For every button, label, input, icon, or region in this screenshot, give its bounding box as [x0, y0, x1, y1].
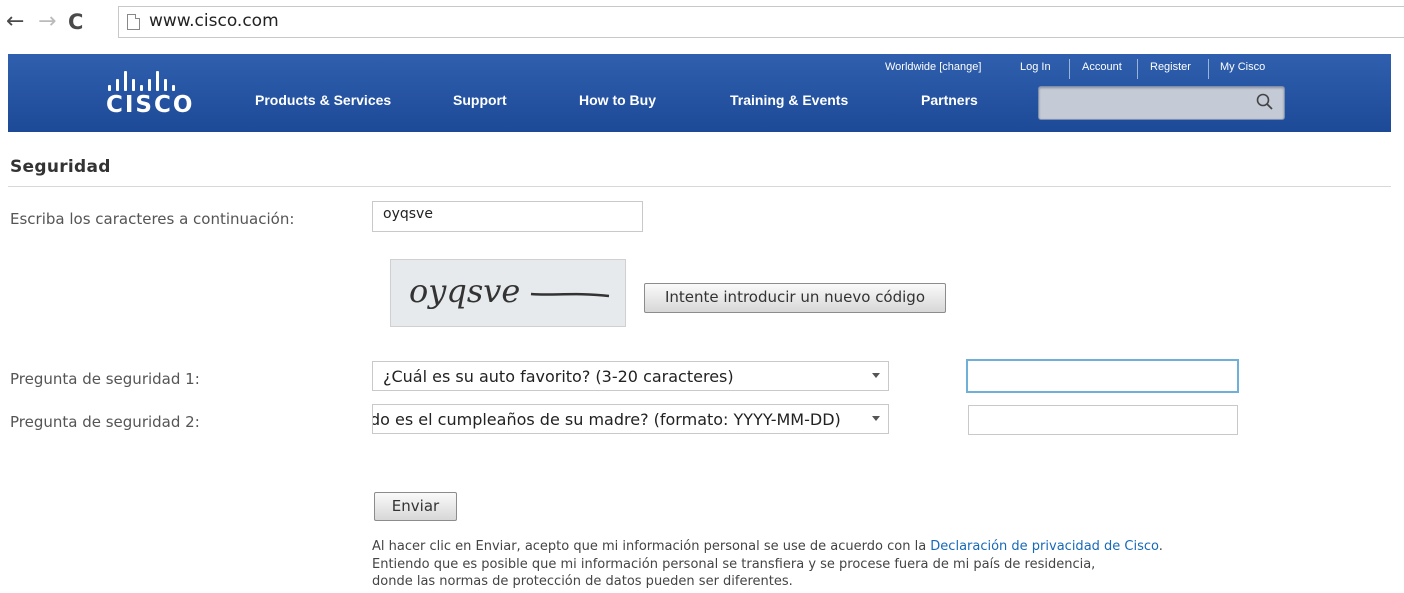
site-header: CISCO Worldwide [change] Log In Account …	[8, 54, 1391, 132]
security-question-1-select[interactable]: ¿Cuál es su auto favorito? (3-20 caracte…	[372, 361, 889, 391]
captcha-label: Escriba los caracteres a continuación:	[10, 210, 295, 228]
my-cisco-link[interactable]: My Cisco	[1220, 61, 1265, 73]
captcha-input[interactable]: oyqsve	[372, 201, 643, 232]
security-answer-2-input[interactable]	[968, 405, 1238, 435]
chevron-down-icon	[872, 373, 880, 378]
util-divider	[1208, 59, 1209, 79]
captcha-image: oyqsve	[390, 259, 626, 327]
nav-products-services[interactable]: Products & Services	[255, 92, 391, 108]
back-arrow-icon[interactable]: ←	[6, 11, 24, 33]
nav-training-events[interactable]: Training & Events	[730, 92, 848, 108]
privacy-notice-line-3: donde las normas de protección de datos …	[372, 574, 793, 589]
worldwide-change-link[interactable]: Worldwide [change]	[885, 61, 981, 73]
captcha-text-graphic: oyqsve	[409, 272, 610, 310]
util-divider	[1137, 59, 1138, 79]
submit-button[interactable]: Enviar	[374, 492, 457, 521]
security-question-2-label: Pregunta de seguridad 2:	[10, 413, 200, 431]
address-bar[interactable]: www.cisco.com	[118, 6, 1404, 38]
page-title: Seguridad	[10, 157, 111, 177]
security-question-1-value: ¿Cuál es su auto favorito? (3-20 caracte…	[383, 367, 734, 386]
forward-arrow-icon[interactable]: →	[38, 11, 56, 33]
cisco-logo[interactable]: CISCO	[106, 69, 196, 119]
privacy-notice-line-1: Al hacer clic en Enviar, acepto que mi i…	[372, 539, 1163, 554]
nav-support[interactable]: Support	[453, 92, 507, 108]
search-input[interactable]	[1038, 86, 1285, 120]
security-question-2-value: do es el cumpleaños de su madre? (format…	[372, 410, 841, 429]
chevron-down-icon	[872, 416, 880, 421]
search-icon[interactable]	[1256, 93, 1274, 111]
nav-how-to-buy[interactable]: How to Buy	[579, 92, 656, 108]
cisco-logo-bars-icon	[108, 69, 194, 91]
login-link[interactable]: Log In	[1020, 61, 1051, 73]
cisco-logo-text: CISCO	[106, 92, 195, 118]
nav-partners[interactable]: Partners	[921, 92, 978, 108]
page-icon	[127, 14, 140, 30]
captcha-image-text: oyqsve	[409, 272, 520, 310]
privacy-notice-line-2: Entiendo que es posible que mi informaci…	[372, 556, 1096, 572]
browser-toolbar: ← → C www.cisco.com	[0, 0, 1404, 52]
new-code-button[interactable]: Intente introducir un nuevo código	[644, 283, 946, 313]
reload-icon[interactable]: C	[68, 11, 83, 33]
account-link[interactable]: Account	[1082, 61, 1122, 73]
util-divider	[1069, 59, 1070, 79]
title-divider	[8, 186, 1391, 187]
privacy-notice: Al hacer clic en Enviar, acepto que mi i…	[372, 538, 1372, 591]
privacy-statement-link[interactable]: Declaración de privacidad de Cisco	[930, 539, 1158, 554]
security-question-2-select[interactable]: do es el cumpleaños de su madre? (format…	[372, 404, 889, 434]
url-text: www.cisco.com	[149, 11, 279, 31]
register-link[interactable]: Register	[1150, 61, 1191, 73]
security-answer-1-input[interactable]	[966, 359, 1239, 393]
security-question-1-label: Pregunta de seguridad 1:	[10, 370, 200, 388]
